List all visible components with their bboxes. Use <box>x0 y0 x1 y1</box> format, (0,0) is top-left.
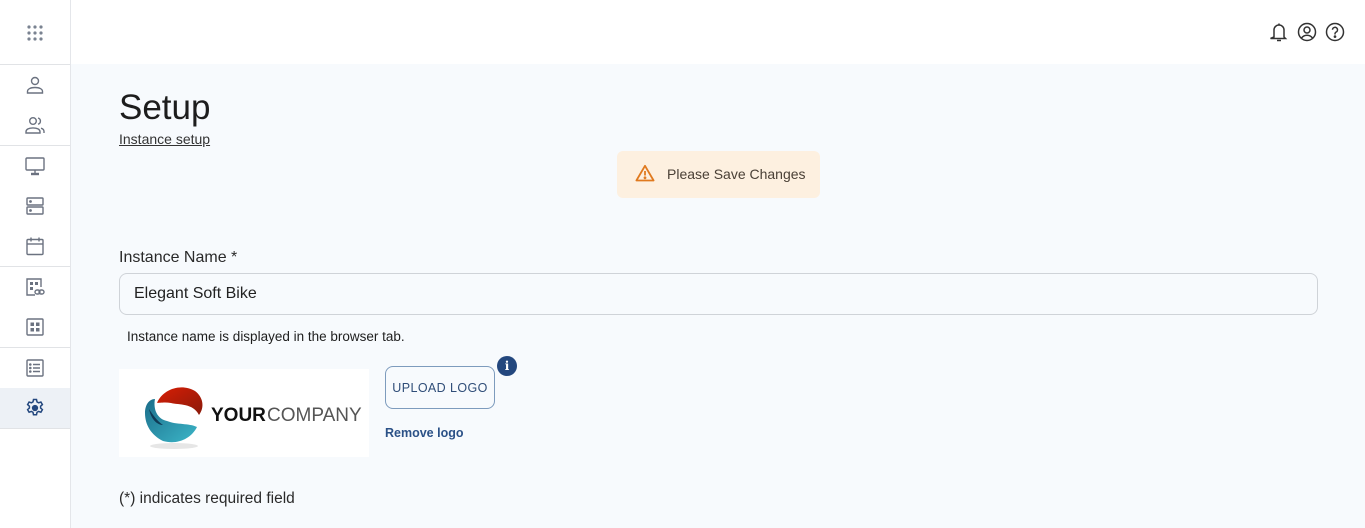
sidebar-item-user[interactable] <box>0 65 70 105</box>
instance-name-label: Instance Name * <box>119 249 238 266</box>
user-icon <box>26 76 44 94</box>
sidebar-item-monitor[interactable] <box>0 146 70 186</box>
notifications-button[interactable] <box>1269 21 1289 43</box>
sidebar-item-calendar[interactable] <box>0 226 70 266</box>
page-title: Setup <box>119 88 211 127</box>
required-field-note: (*) indicates required field <box>119 490 295 507</box>
sidebar-item-server[interactable] <box>0 186 70 226</box>
help-button[interactable] <box>1325 21 1345 43</box>
sidebar-item-settings[interactable] <box>0 388 70 428</box>
users-group-icon <box>25 117 45 134</box>
instance-name-input[interactable] <box>119 273 1318 315</box>
list-icon <box>26 359 44 377</box>
sidebar-item-users[interactable] <box>0 105 70 145</box>
logo-text-bold: YOUR <box>211 405 266 426</box>
bell-icon <box>1270 23 1288 42</box>
account-icon <box>1297 22 1317 42</box>
calendar-icon <box>26 237 44 256</box>
help-icon <box>1325 22 1345 42</box>
upload-logo-button[interactable]: UPLOAD LOGO <box>385 366 495 409</box>
save-changes-alert: Please Save Changes <box>617 151 820 198</box>
company-logo-preview: YOUR COMPANY <box>119 369 369 457</box>
top-icons <box>1269 21 1345 43</box>
sidebar-item-apps-menu[interactable] <box>0 13 70 53</box>
top-bar <box>71 0 1365 64</box>
sidebar-item-linked-apps[interactable] <box>0 267 70 307</box>
sidebar <box>0 0 71 528</box>
breadcrumb-instance-setup[interactable]: Instance setup <box>119 131 210 147</box>
monitor-icon <box>25 157 45 176</box>
account-button[interactable] <box>1297 21 1317 43</box>
apps-grid-icon <box>27 25 43 41</box>
grid-icon <box>26 318 44 336</box>
warning-icon <box>635 164 655 182</box>
company-logo-image: YOUR COMPANY <box>145 387 362 449</box>
instance-name-help: Instance name is displayed in the browse… <box>127 329 405 344</box>
main-content: Setup Instance setup Please Save Changes… <box>71 64 1365 528</box>
remove-logo-link[interactable]: Remove logo <box>385 426 464 440</box>
settings-gear-icon <box>26 398 44 416</box>
server-icon <box>26 197 44 215</box>
sidebar-divider <box>0 428 70 429</box>
logo-text-light: COMPANY <box>267 405 362 426</box>
sidebar-item-list[interactable] <box>0 348 70 388</box>
sidebar-item-grid[interactable] <box>0 307 70 347</box>
info-icon[interactable]: i <box>497 356 517 376</box>
linked-grid-icon <box>26 278 45 296</box>
alert-text: Please Save Changes <box>667 166 806 182</box>
